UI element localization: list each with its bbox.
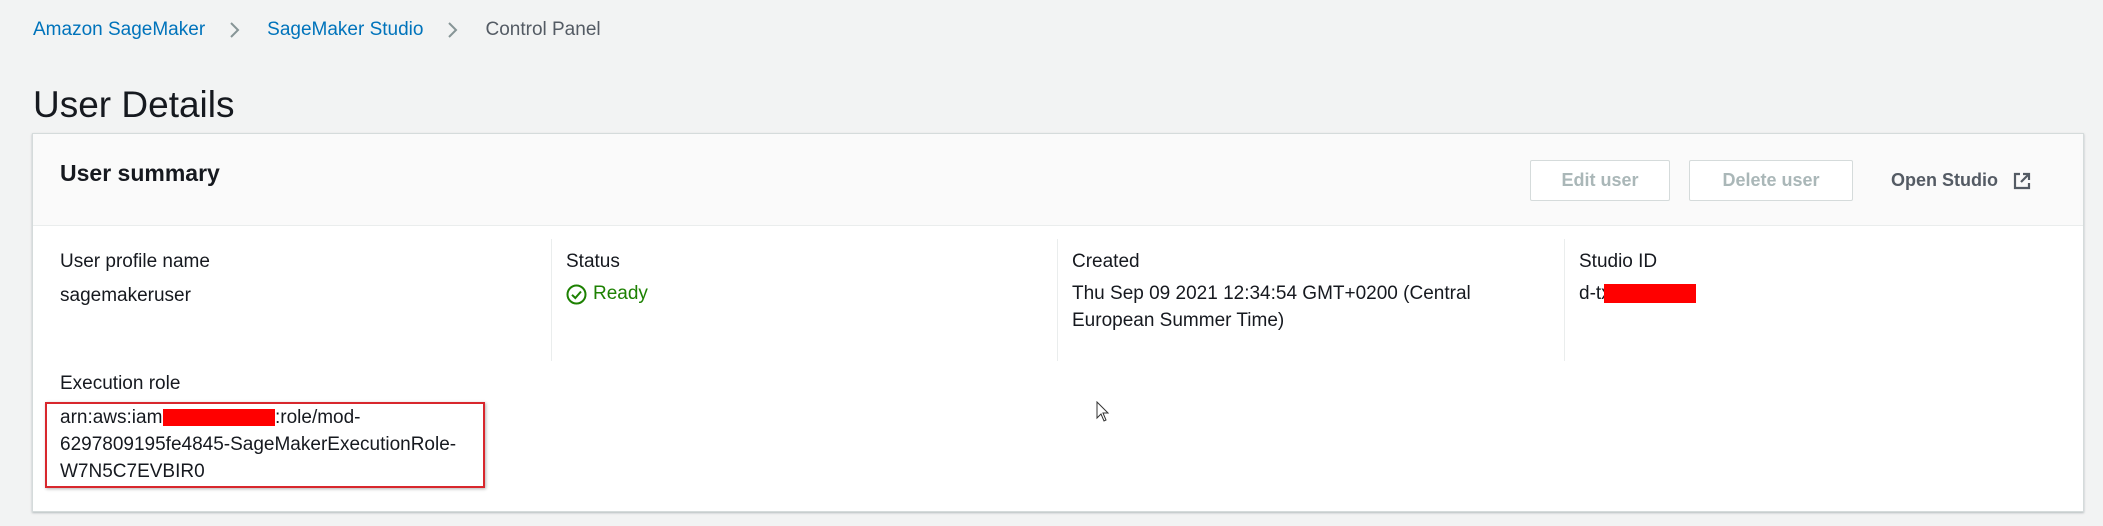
- profile-name-value: sagemakeruser: [60, 285, 191, 306]
- chevron-right-icon: [443, 20, 463, 40]
- created-value-line1: Thu Sep 09 2021 12:34:54 GMT+0200 (Centr…: [1072, 283, 1471, 304]
- column-divider: [551, 239, 552, 361]
- column-divider: [1057, 239, 1058, 361]
- created-label: Created: [1072, 251, 1140, 272]
- page-title: User Details: [33, 84, 235, 125]
- redaction-block: [1603, 284, 1696, 304]
- delete-user-button[interactable]: Delete user: [1689, 160, 1853, 201]
- check-circle-icon: [566, 284, 587, 305]
- breadcrumb-sagemaker-studio[interactable]: SageMaker Studio: [267, 17, 423, 43]
- chevron-right-icon: [225, 20, 245, 40]
- open-studio-button[interactable]: Open Studio: [1891, 160, 2032, 201]
- breadcrumb-amazon-sagemaker[interactable]: Amazon SageMaker: [33, 17, 205, 43]
- execution-role-label: Execution role: [60, 373, 181, 394]
- external-link-icon: [2012, 171, 2032, 191]
- breadcrumb: Amazon SageMaker SageMaker Studio Contro…: [33, 17, 601, 43]
- status-badge: Ready: [566, 283, 648, 305]
- panel-title: User summary: [60, 160, 220, 186]
- breadcrumb-control-panel: Control Panel: [485, 19, 601, 40]
- status-value: Ready: [593, 283, 648, 304]
- user-summary-panel: User summary Edit user Delete user Open …: [32, 133, 2084, 512]
- panel-header: User summary Edit user Delete user Open …: [33, 134, 2083, 226]
- mouse-cursor-icon: [1096, 401, 1110, 422]
- created-value: Thu Sep 09 2021 12:34:54 GMT+0200 (Centr…: [1072, 280, 1542, 334]
- studio-id-value: d-tx: [1579, 280, 1696, 307]
- annotation-highlight-box: [45, 402, 485, 488]
- studio-id-label: Studio ID: [1579, 251, 1658, 272]
- open-studio-label: Open Studio: [1891, 170, 1998, 190]
- edit-user-button[interactable]: Edit user: [1530, 160, 1670, 201]
- profile-name-label: User profile name: [60, 251, 210, 272]
- status-label: Status: [566, 251, 620, 272]
- column-divider: [1564, 239, 1565, 361]
- created-value-line2: European Summer Time): [1072, 310, 1285, 331]
